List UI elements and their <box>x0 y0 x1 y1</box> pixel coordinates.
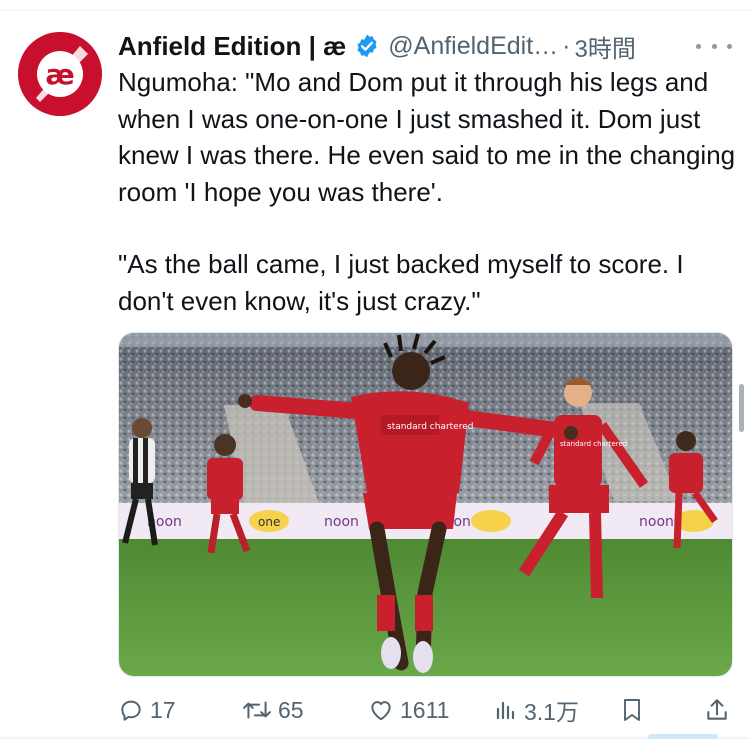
reply-button[interactable]: 17 <box>118 690 176 730</box>
avatar[interactable]: æ <box>18 32 102 116</box>
tweet-body: Ngumoha: "Mo and Dom put it through his … <box>118 64 738 319</box>
repost-icon <box>243 701 271 719</box>
bookmark-icon <box>624 699 640 721</box>
avatar-mark: æ <box>37 51 83 97</box>
shirt-sponsor: standard chartered <box>387 422 473 432</box>
like-button[interactable]: 1611 <box>368 690 449 730</box>
reply-icon <box>121 700 141 721</box>
tweet-actions: 17 65 1611 3.1万 <box>118 690 738 730</box>
views-button[interactable]: 3.1万 <box>494 690 579 730</box>
views-icon <box>496 701 515 720</box>
new-posts-indicator <box>648 734 718 739</box>
repost-button[interactable]: 65 <box>242 690 304 730</box>
share-button[interactable] <box>704 690 736 730</box>
board-text: noon <box>324 514 359 530</box>
view-count: 3.1万 <box>524 699 579 725</box>
author-name[interactable]: Anfield Edition | æ <box>118 31 346 62</box>
shirt-sponsor: standard chartered <box>560 440 627 448</box>
separator: · <box>562 31 571 60</box>
bookmark-button[interactable] <box>620 690 650 730</box>
board-text: noon <box>639 514 674 530</box>
scrollbar-thumb[interactable] <box>739 384 744 432</box>
tweet-media-image[interactable]: noon one noon noon noon <box>118 332 733 677</box>
share-icon <box>707 699 727 720</box>
reply-count: 17 <box>150 696 176 723</box>
tweet-paragraph: "As the ball came, I just backed myself … <box>118 249 684 316</box>
more-icon[interactable] <box>696 32 732 60</box>
tweet-header: Anfield Edition | æ @AnfieldEdit… · 3時間 <box>118 26 636 66</box>
author-handle[interactable]: @AnfieldEdit… <box>388 32 558 61</box>
timestamp[interactable]: 3時間 <box>575 29 636 64</box>
timeline-divider <box>0 0 750 11</box>
repost-count: 65 <box>278 696 304 723</box>
tweet-paragraph: Ngumoha: "Mo and Dom put it through his … <box>118 67 736 207</box>
like-icon <box>371 701 391 721</box>
verified-badge-icon <box>357 34 377 58</box>
football-photo: noon one noon noon noon <box>119 333 732 676</box>
like-count: 1611 <box>400 696 450 723</box>
board-text: one <box>258 515 280 529</box>
